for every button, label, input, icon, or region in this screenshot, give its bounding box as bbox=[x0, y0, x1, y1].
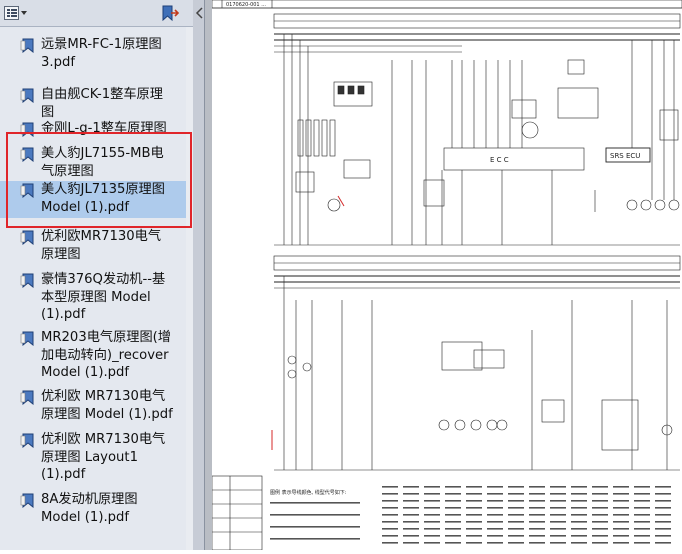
pdf-bookmark-icon bbox=[20, 230, 36, 246]
pdf-bookmark-icon bbox=[20, 390, 36, 406]
bookmark-options-button[interactable] bbox=[160, 5, 180, 22]
bookmark-label: 优利欧 MR7130电气 原理图 Layout1 (1).pdf bbox=[41, 432, 166, 482]
wiring-schematic: E C C SRS ECU 0170620-001 ... 图例 表示导线颜色,… bbox=[211, 0, 682, 551]
bookmark-item[interactable]: 豪情376Q发动机--基 本型原理图 Model (1).pdf bbox=[0, 271, 186, 326]
pdf-bookmark-icon bbox=[20, 88, 36, 104]
bookmarks-panel: 远景MR-FC-1原理图 3.pdf 自由舰CK-1整车原理 图金刚L-g-1整车… bbox=[0, 0, 193, 550]
pdf-bookmark-icon bbox=[20, 122, 36, 138]
pdf-bookmark-icon bbox=[20, 433, 36, 449]
bookmark-item[interactable]: 优利欧MR7130电气 原理图 bbox=[0, 228, 186, 265]
bookmark-label: 远景MR-FC-1原理图 3.pdf bbox=[41, 37, 162, 70]
bookmark-item[interactable]: MR203电气原理图(增 加电动转向)_recover Model (1).pd… bbox=[0, 329, 186, 384]
legend-title: 图例 表示导线颜色, 线型代号如下: bbox=[270, 489, 347, 496]
bookmark-item[interactable]: 美人豹JL7135原理图 Model (1).pdf bbox=[0, 181, 186, 218]
bookmark-label: 豪情376Q发动机--基 本型原理图 Model (1).pdf bbox=[41, 272, 166, 322]
options-menu-button[interactable] bbox=[4, 5, 28, 21]
bookmark-label: 美人豹JL7135原理图 Model (1).pdf bbox=[41, 182, 165, 215]
document-header-text: 0170620-001 ... bbox=[226, 2, 266, 8]
bookmark-label: 优利欧 MR7130电气 原理图 Model (1).pdf bbox=[41, 389, 173, 422]
bookmarks-toolbar bbox=[0, 0, 193, 27]
bookmark-item[interactable]: 优利欧 MR7130电气 原理图 Layout1 (1).pdf bbox=[0, 431, 186, 486]
document-view[interactable]: E C C SRS ECU 0170620-001 ... 图例 表示导线颜色,… bbox=[205, 0, 682, 551]
bookmark-item[interactable]: 优利欧 MR7130电气 原理图 Model (1).pdf bbox=[0, 388, 186, 425]
sidebar-scrollbar[interactable] bbox=[186, 27, 193, 550]
bookmark-label: 自由舰CK-1整车原理 图 bbox=[41, 87, 163, 120]
bookmark-item[interactable]: 自由舰CK-1整车原理 图 bbox=[0, 86, 186, 123]
bookmark-icon bbox=[162, 5, 180, 22]
pdf-bookmark-icon bbox=[20, 273, 36, 289]
bookmark-label: 优利欧MR7130电气 原理图 bbox=[41, 229, 162, 262]
options-menu-icon bbox=[4, 6, 27, 20]
ecu-module-label: E C C bbox=[490, 156, 509, 164]
pdf-bookmark-icon bbox=[20, 331, 36, 347]
panel-splitter[interactable] bbox=[193, 0, 205, 550]
pdf-bookmark-icon bbox=[20, 38, 36, 54]
pdf-bookmark-icon bbox=[20, 183, 36, 199]
pdf-bookmark-icon bbox=[20, 147, 36, 163]
srs-ecu-label: SRS ECU bbox=[610, 152, 640, 160]
bookmark-label: MR203电气原理图(增 加电动转向)_recover Model (1).pd… bbox=[41, 330, 171, 380]
schematic-page: E C C SRS ECU 0170620-001 ... 图例 表示导线颜色,… bbox=[211, 0, 682, 551]
bookmark-item[interactable]: 8A发动机原理图 Model (1).pdf bbox=[0, 491, 186, 528]
bookmark-label: 美人豹JL7155-MB电 气原理图 bbox=[41, 146, 164, 179]
bookmark-label: 8A发动机原理图 Model (1).pdf bbox=[41, 492, 138, 525]
bookmark-item[interactable]: 远景MR-FC-1原理图 3.pdf bbox=[0, 36, 186, 73]
bookmark-label: 金刚L-g-1整车原理图 bbox=[41, 121, 167, 136]
bookmark-item[interactable]: 美人豹JL7155-MB电 气原理图 bbox=[0, 145, 186, 182]
bookmark-item[interactable]: 金刚L-g-1整车原理图 bbox=[0, 120, 186, 140]
pdf-bookmark-icon bbox=[20, 493, 36, 509]
chevron-down-icon bbox=[21, 11, 27, 15]
